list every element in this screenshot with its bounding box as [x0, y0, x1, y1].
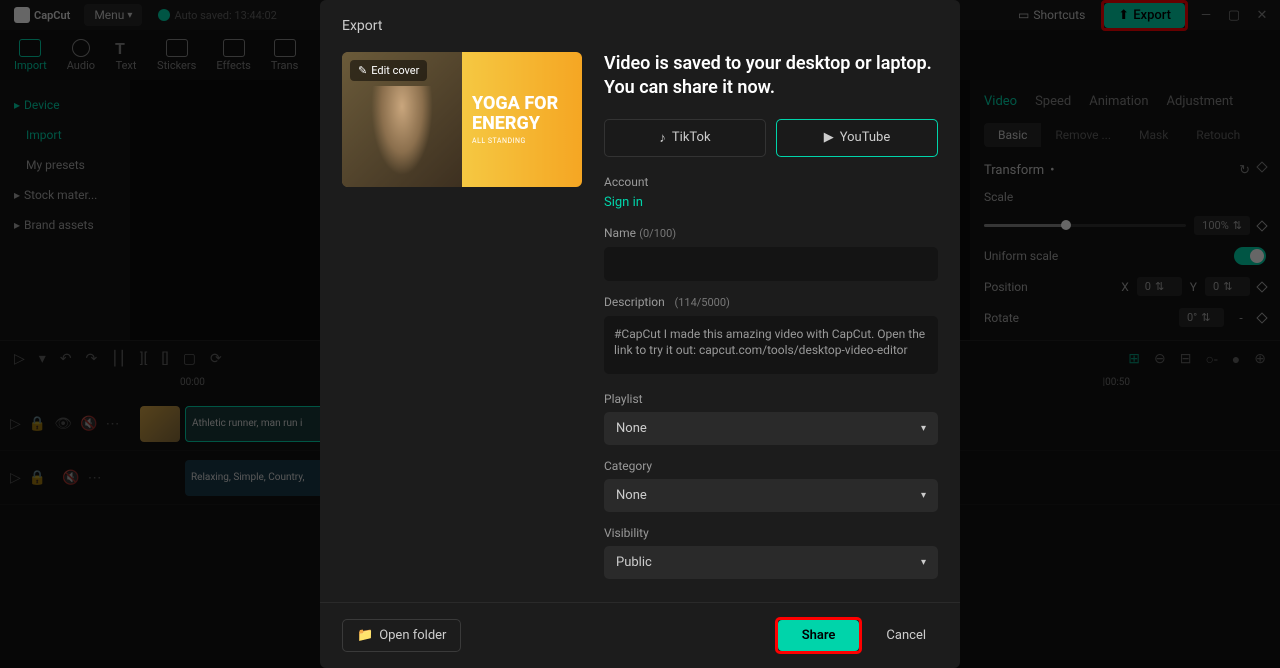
desc-count: (114/5000)	[674, 296, 729, 309]
name-input[interactable]	[604, 247, 938, 281]
cover-preview[interactable]: YOGA FOR ENERGY ALL STANDING ✎ Edit cover	[342, 52, 582, 187]
share-tab-tiktok[interactable]: ♪TikTok	[604, 119, 766, 157]
share-button[interactable]: Share	[778, 620, 860, 651]
youtube-icon: ▶	[824, 130, 834, 145]
tiktok-icon: ♪	[659, 130, 666, 146]
cover-title: YOGA FOR ENERGY	[472, 94, 572, 134]
category-label: Category	[604, 459, 938, 473]
visibility-select[interactable]: Public▾	[604, 546, 938, 579]
sign-in-link[interactable]: Sign in	[604, 195, 643, 210]
open-folder-button[interactable]: 📁 Open folder	[342, 619, 461, 652]
account-label: Account	[604, 175, 938, 189]
export-modal: Export YOGA FOR ENERGY ALL STANDING ✎ Edi…	[320, 0, 960, 668]
share-highlight: Share	[775, 617, 863, 654]
playlist-label: Playlist	[604, 392, 938, 406]
name-label: Name	[604, 226, 636, 240]
playlist-select[interactable]: None▾	[604, 412, 938, 445]
modal-footer: 📁 Open folder Share Cancel	[320, 602, 960, 668]
edit-cover-button[interactable]: ✎ Edit cover	[350, 60, 427, 81]
modal-title: Export	[320, 0, 960, 52]
saved-message: Video is saved to your desktop or laptop…	[604, 52, 938, 101]
visibility-label: Visibility	[604, 526, 938, 540]
desc-label: Description	[604, 295, 665, 309]
name-count: (0/100)	[639, 227, 676, 240]
cancel-button[interactable]: Cancel	[874, 620, 938, 651]
category-select[interactable]: None▾	[604, 479, 938, 512]
desc-input[interactable]	[604, 316, 938, 374]
share-tab-youtube[interactable]: ▶YouTube	[776, 119, 938, 157]
cover-subtitle: ALL STANDING	[472, 137, 572, 145]
